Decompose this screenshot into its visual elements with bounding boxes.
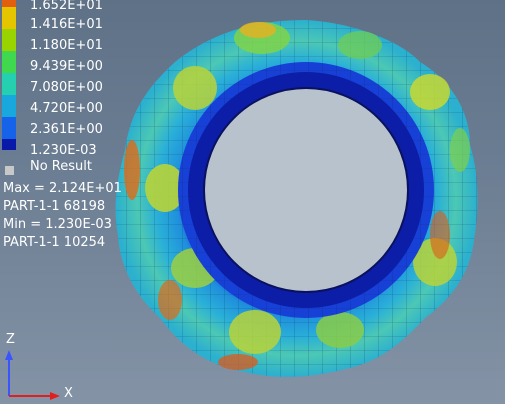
- x-axis-label: X: [64, 386, 73, 401]
- no-result-label: No Result: [30, 159, 92, 174]
- min-node-text: PART-1-1 10254: [3, 235, 106, 250]
- z-axis-label: Z: [6, 332, 15, 347]
- legend-label: 1.416E+01: [30, 17, 103, 32]
- legend-swatch: [2, 0, 16, 7]
- legend-label: 9.439E+00: [30, 59, 103, 74]
- legend-label: 1.230E-03: [30, 143, 97, 158]
- legend-swatch: [2, 95, 16, 117]
- legend-label: 7.080E+00: [30, 80, 103, 95]
- max-value-text: Max = 2.124E+01: [3, 181, 122, 196]
- max-node-text: PART-1-1 68198: [3, 199, 106, 214]
- legend-label: 1.652E+01: [30, 0, 103, 13]
- min-value-text: Min = 1.230E-03: [3, 217, 112, 232]
- legend-swatch: [2, 51, 16, 73]
- no-result-swatch: [5, 166, 14, 175]
- center-hole: [204, 88, 408, 292]
- legend-label: 2.361E+00: [30, 122, 103, 137]
- legend-swatch: [2, 7, 16, 29]
- legend-swatch: [2, 29, 16, 51]
- legend-swatch: [2, 73, 16, 95]
- axis-triad: [5, 350, 60, 400]
- legend-label: 1.180E+01: [30, 38, 103, 53]
- legend-label: 4.720E+00: [30, 101, 103, 116]
- legend-swatch: [2, 117, 16, 139]
- legend-swatch: [2, 139, 16, 150]
